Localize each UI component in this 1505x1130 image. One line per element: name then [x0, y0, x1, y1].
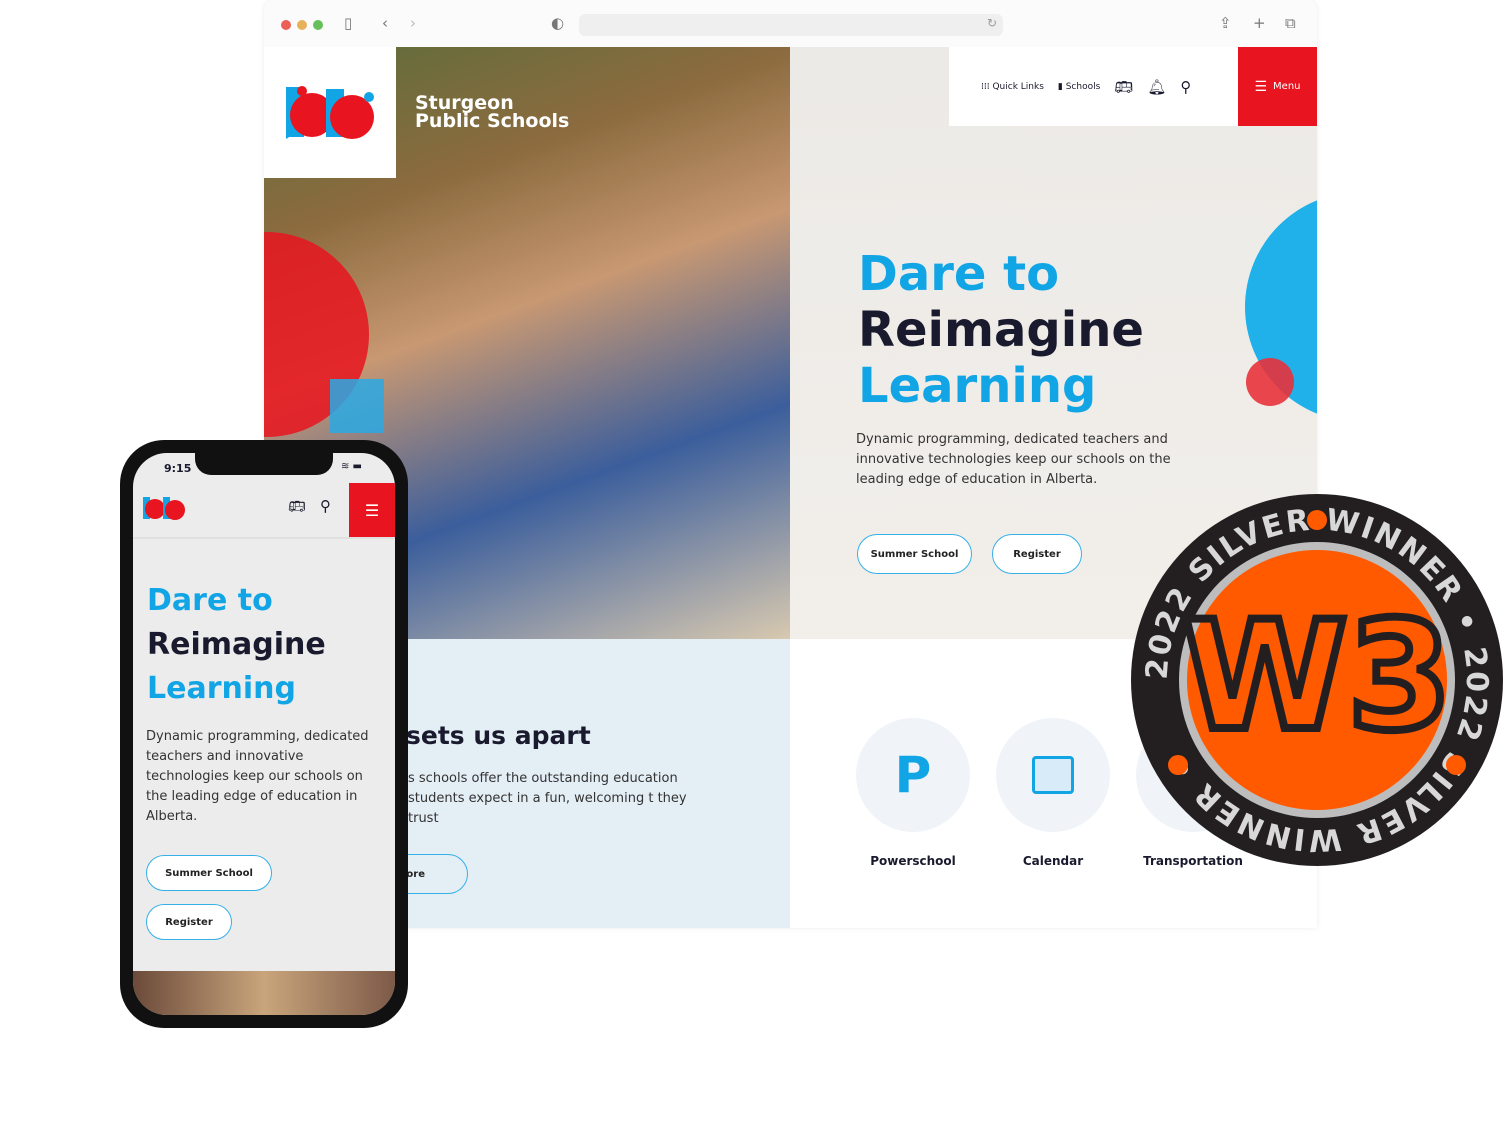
hamburger-icon: ☰ [364, 500, 380, 520]
phone-hero-title: Dare to Reimagine Learning [147, 579, 326, 711]
phone-menu-button[interactable]: ☰ [349, 483, 395, 537]
quick-link-label: Calendar [1022, 854, 1084, 868]
top-nav: ⁞⁞⁞ Quick Links ▮ Schools 🚌︎ 🔔︎ ⚲ [949, 47, 1238, 126]
phone-time: 9:15 [164, 462, 192, 475]
bell-icon[interactable]: 🔔︎ [1147, 78, 1166, 96]
hero-title-line3: Learning [858, 358, 1097, 414]
schools-label: Schools [1065, 81, 1101, 92]
quick-links-link[interactable]: ⁞⁞⁞ Quick Links [981, 82, 1044, 92]
browser-toolbar: ▯ ‹ › ◐ ↻ ⇪ + ⧉ [264, 0, 1317, 47]
back-icon[interactable]: ‹ [382, 14, 388, 32]
quick-links-label: Quick Links [992, 81, 1044, 92]
minimize-dot-icon[interactable] [297, 20, 307, 30]
site-name: Sturgeon Public Schools [415, 94, 570, 132]
w3-logo: W3 [1182, 590, 1452, 764]
phone-mockup: 9:15 ≋ ▬ 🚌︎ ⚲ ☰ Dare to Reimagine Learni… [120, 440, 408, 1028]
schools-link[interactable]: ▮ Schools [1058, 82, 1100, 92]
zoom-dot-icon[interactable] [313, 20, 323, 30]
menu-label: Menu [1273, 81, 1301, 92]
new-tab-icon[interactable]: + [1253, 14, 1266, 32]
hero-title-line1: Dare to [147, 583, 273, 618]
sidebar-icon[interactable]: ▯ [344, 14, 352, 32]
reload-icon[interactable]: ↻ [987, 16, 997, 30]
summer-school-button[interactable]: Summer School [857, 534, 972, 574]
hero-title-line2: Reimagine [858, 302, 1144, 358]
phone-screen: 9:15 ≋ ▬ 🚌︎ ⚲ ☰ Dare to Reimagine Learni… [133, 453, 395, 1015]
quick-link-powerschool[interactable]: P Powerschool [856, 718, 970, 868]
logo[interactable] [264, 47, 396, 178]
menu-button[interactable]: ☰ Menu [1238, 47, 1317, 126]
red-dot-decoration [1246, 358, 1294, 406]
register-button[interactable]: Register [146, 904, 232, 940]
summer-school-button[interactable]: Summer School [146, 855, 272, 891]
hamburger-icon: ☰ [1254, 78, 1268, 95]
bus-icon[interactable]: 🚌︎ [288, 499, 306, 515]
phone-notch [195, 453, 333, 475]
forward-icon[interactable]: › [410, 14, 416, 32]
shield-icon[interactable]: ◐ [551, 14, 564, 32]
close-dot-icon[interactable] [281, 20, 291, 30]
blue-square-decoration [330, 379, 384, 433]
hero-title: Dare to Reimagine Learning [858, 246, 1144, 414]
register-button[interactable]: Register [992, 534, 1082, 574]
what-sets-us-apart-section: sets us apart s schools offer the outsta… [386, 639, 790, 928]
w3-award-badge: 2022 SILVER WINNER • 2022 SILVER WINNER … [1131, 494, 1503, 866]
hero-title-line3: Learning [147, 671, 296, 706]
section-text: s schools offer the outstanding educatio… [408, 771, 687, 826]
tabs-icon[interactable]: ⧉ [1285, 14, 1296, 32]
phone-hero-description: Dynamic programming, dedicated teachers … [146, 729, 369, 824]
quick-link-label: Powerschool [870, 854, 956, 868]
hero-description: Dynamic programming, dedicated teachers … [856, 432, 1171, 487]
search-icon[interactable]: ⚲ [1180, 78, 1191, 96]
phone-logo[interactable] [141, 493, 191, 525]
quick-link-calendar[interactable]: Calendar [996, 718, 1110, 868]
share-icon[interactable]: ⇪ [1219, 14, 1232, 32]
divider [133, 537, 395, 539]
site-name-line2: Public Schools [415, 110, 570, 132]
calendar-icon [996, 718, 1110, 832]
bus-icon[interactable]: 🚌︎ [1114, 78, 1133, 96]
section-title: sets us apart [406, 721, 591, 750]
powerschool-icon: P [856, 718, 970, 832]
address-bar[interactable]: ↻ [579, 14, 1003, 36]
bookmark-icon: ▮ [1057, 81, 1066, 92]
grid-icon: ⁞⁞⁞ [981, 81, 993, 92]
wifi-battery-icon: ≋ ▬ [341, 461, 363, 472]
hero-title-line1: Dare to [858, 246, 1060, 302]
search-icon[interactable]: ⚲ [320, 497, 331, 515]
phone-hero-photo [133, 971, 395, 1015]
hero-title-line2: Reimagine [147, 627, 326, 662]
